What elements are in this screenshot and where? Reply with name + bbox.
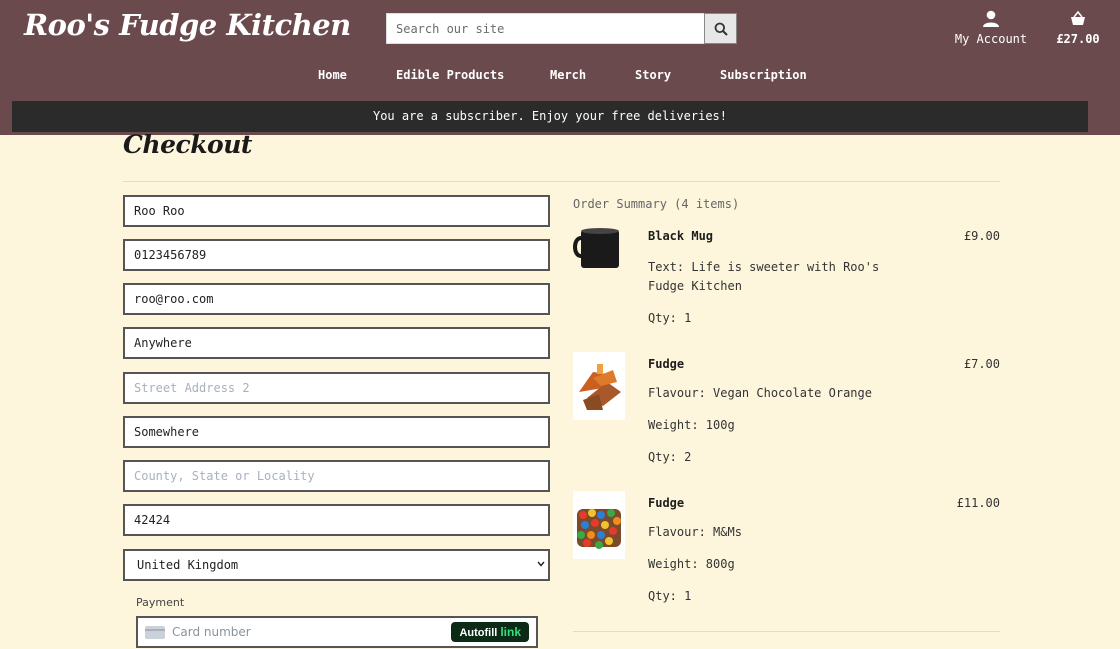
item-qty: Qty: 1 xyxy=(648,311,692,325)
nav-edible-products[interactable]: Edible Products xyxy=(396,68,504,82)
order-item: Fudge £11.00 Flavour: M&Ms Weight: 800g … xyxy=(573,491,1000,611)
item-qty: Qty: 1 xyxy=(648,589,692,603)
item-price: £9.00 xyxy=(963,229,1000,243)
main-nav: Home Edible Products Merch Story Subscri… xyxy=(0,68,1120,86)
item-name: Fudge xyxy=(648,357,685,371)
cart-total: £27.00 xyxy=(1056,32,1100,46)
divider xyxy=(123,181,1000,182)
nav-merch[interactable]: Merch xyxy=(550,68,586,82)
link-logo: link xyxy=(500,625,521,639)
user-icon xyxy=(983,10,999,27)
search-button[interactable] xyxy=(704,13,737,44)
order-item: Fudge £7.00 Flavour: Vegan Chocolate Ora… xyxy=(573,352,1000,472)
street-address-1-field[interactable] xyxy=(123,327,550,359)
my-account-link[interactable]: My Account xyxy=(950,10,1032,46)
fudge-orange-image xyxy=(573,352,625,420)
order-item: Black Mug £9.00 Text: Life is sweeter wi… xyxy=(573,224,1000,334)
item-name: Fudge xyxy=(648,496,685,510)
postcode-field[interactable] xyxy=(123,504,550,536)
item-detail: Text: Life is sweeter with Roo's Fudge K… xyxy=(648,260,880,293)
item-name: Black Mug xyxy=(648,229,714,243)
item-price: £11.00 xyxy=(956,496,1000,510)
phone-field[interactable] xyxy=(123,239,550,271)
nav-story[interactable]: Story xyxy=(635,68,671,82)
site-header: Roo's Fudge Kitchen My Account £27.00 Ho… xyxy=(0,0,1120,135)
payment-label: Payment xyxy=(136,596,185,609)
site-logo[interactable]: Roo's Fudge Kitchen xyxy=(24,8,351,42)
country-select-wrapper: United Kingdom xyxy=(123,549,550,581)
fudge-mms-image xyxy=(573,491,625,559)
search-bar xyxy=(386,13,737,44)
item-detail: Weight: 100g xyxy=(648,418,735,432)
item-price: £7.00 xyxy=(963,357,1000,371)
county-field[interactable] xyxy=(123,460,550,492)
country-select[interactable]: United Kingdom xyxy=(123,549,550,581)
item-detail: Flavour: Vegan Chocolate Orange xyxy=(648,386,872,400)
full-name-field[interactable] xyxy=(123,195,550,227)
card-element: Autofilllink xyxy=(136,616,538,648)
mug-image xyxy=(573,224,625,292)
page-title: Checkout xyxy=(123,130,252,159)
credit-card-icon xyxy=(145,625,165,639)
nav-home[interactable]: Home xyxy=(318,68,347,82)
search-input[interactable] xyxy=(386,13,704,44)
autofill-link-button[interactable]: Autofill link xyxy=(451,622,529,642)
divider xyxy=(573,631,1000,632)
town-city-field[interactable] xyxy=(123,416,550,448)
basket-icon xyxy=(1071,10,1085,25)
email-field[interactable] xyxy=(123,283,550,315)
item-qty: Qty: 2 xyxy=(648,450,692,464)
cart-link[interactable]: £27.00 xyxy=(1052,10,1104,46)
subscriber-banner: You are a subscriber. Enjoy your free de… xyxy=(12,101,1088,132)
order-summary-heading: Order Summary (4 items) xyxy=(573,197,740,211)
street-address-2-field[interactable] xyxy=(123,372,550,404)
account-label: My Account xyxy=(954,32,1028,46)
item-detail: Weight: 800g xyxy=(648,557,735,571)
search-icon xyxy=(714,22,728,36)
card-number-input[interactable] xyxy=(172,625,452,639)
item-detail: Flavour: M&Ms xyxy=(648,525,742,539)
nav-subscription[interactable]: Subscription xyxy=(720,68,807,82)
autofill-label: Autofill xyxy=(459,627,498,639)
